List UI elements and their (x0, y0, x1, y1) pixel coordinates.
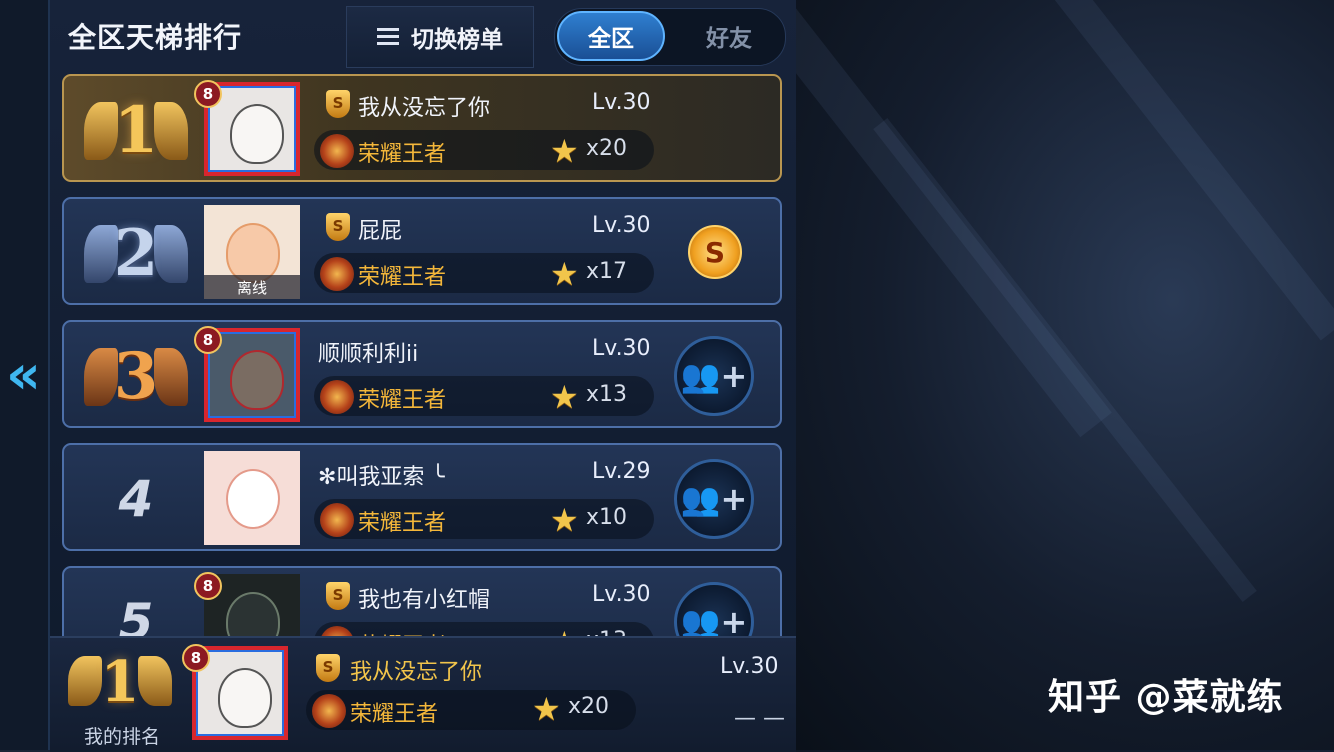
tier-name: 荣耀王者 (358, 628, 446, 636)
vip-icon: S (326, 90, 350, 118)
player-level: Lv.30 (592, 213, 651, 238)
tier-name: 荣耀王者 (358, 265, 447, 290)
tab-friends[interactable]: 好友 (675, 11, 783, 61)
watermark: 知乎 @菜就练 (1048, 677, 1284, 718)
rank-medal-icon: 5 (84, 576, 188, 636)
tier-name: 荣耀王者 (358, 388, 447, 413)
rank-number: 2 (113, 215, 159, 291)
rank-number: 4 (118, 470, 154, 528)
star-icon: ★ (550, 255, 579, 293)
tier-name: 荣耀王者 (350, 702, 439, 727)
player-name: ✻叫我亚索 ╰ (318, 465, 445, 490)
vip-icon: S (326, 582, 350, 610)
rank-medal-icon: 3 (84, 330, 188, 422)
tier-name: 荣耀王者 (358, 142, 447, 167)
rank-medal-icon: 1 (84, 84, 188, 176)
add-friend-icon: 👥+ (680, 480, 748, 518)
player-name: 我从没忘了你 (350, 660, 483, 685)
back-arrow-icon[interactable]: « (6, 340, 46, 410)
rank-number: 1 (100, 649, 140, 715)
star-icon: ★ (550, 626, 579, 636)
level-badge: 8 (194, 80, 222, 108)
tier-emblem-icon (320, 257, 354, 291)
rank-number: 5 (118, 593, 154, 636)
vip-icon: S (326, 213, 350, 241)
player-name: 我也有小红帽 (358, 588, 491, 613)
player-level: Lv.30 (592, 582, 651, 607)
switch-list-label: 切换榜单 (411, 27, 503, 53)
ranking-list[interactable]: 1 8 S 我从没忘了你 Lv.30 荣耀王者 ★ x20 2 离线 S 屁屁 … (50, 70, 796, 636)
player-level: Lv.30 (720, 654, 779, 679)
ranking-row[interactable]: 5 8 S 我也有小红帽 Lv.30 荣耀王者 ★ x13 👥+ (62, 566, 782, 636)
ranking-row[interactable]: 2 离线 S 屁屁 Lv.30 荣耀王者 ★ x17 S (62, 197, 782, 305)
my-rank-label: 我的排名 (84, 726, 161, 748)
rank-medal-icon: 4 (84, 453, 188, 545)
scope-tabs: 全区 好友 (554, 8, 786, 66)
rank-medal-icon: 2 (84, 207, 188, 299)
vip-icon: S (316, 654, 340, 682)
star-count: x17 (586, 259, 628, 284)
player-level: Lv.30 (592, 90, 651, 115)
add-friend-button[interactable]: 👥+ (674, 459, 754, 539)
tier-emblem-icon (312, 694, 346, 728)
ranking-row[interactable]: 4 ✻叫我亚索 ╰ Lv.29 荣耀王者 ★ x10 👥+ (62, 443, 782, 551)
tier-emblem-icon (320, 134, 354, 168)
add-friend-icon: 👥+ (680, 357, 748, 395)
star-count: x20 (568, 694, 610, 719)
star-count: x10 (586, 505, 628, 530)
level-badge: 8 (182, 644, 210, 672)
list-icon (377, 28, 399, 46)
rank-number: 3 (113, 338, 159, 414)
page-title: 全区天梯排行 (68, 21, 243, 54)
add-friend-button[interactable]: 👥+ (674, 336, 754, 416)
player-name: 顺顺利利ii (318, 342, 419, 367)
placeholder-dash: — — (734, 706, 785, 731)
avatar[interactable] (204, 451, 300, 545)
add-friend-button[interactable]: 👥+ (674, 582, 754, 636)
rank-medal-icon: 1 (68, 642, 172, 722)
header: 全区天梯排行 切换榜单 全区 好友 (50, 0, 796, 70)
level-badge: 8 (194, 572, 222, 600)
player-name: 我从没忘了你 (358, 96, 491, 121)
ranking-row[interactable]: 3 8 顺顺利利ii Lv.30 荣耀王者 ★ x13 👥+ (62, 320, 782, 428)
player-level: Lv.29 (592, 459, 651, 484)
gift-coin-button[interactable]: S (688, 225, 742, 279)
star-icon: ★ (550, 132, 579, 170)
tier-emblem-icon (320, 503, 354, 537)
left-rail: « (0, 0, 50, 750)
offline-status: 离线 (204, 275, 300, 299)
avatar[interactable]: 离线 (204, 205, 300, 299)
add-friend-icon: 👥+ (680, 603, 748, 636)
star-count: x13 (586, 628, 627, 636)
star-count: x13 (586, 382, 628, 407)
ranking-row[interactable]: 1 8 S 我从没忘了你 Lv.30 荣耀王者 ★ x20 (62, 74, 782, 182)
tier-emblem-icon (320, 380, 354, 414)
player-name: 屁屁 (358, 219, 403, 244)
tab-all-region[interactable]: 全区 (557, 11, 665, 61)
switch-list-button[interactable]: 切换榜单 (346, 6, 534, 68)
level-badge: 8 (194, 326, 222, 354)
tier-name: 荣耀王者 (358, 511, 447, 536)
my-rank-bar: 1 我的排名 8 S 我从没忘了你 Lv.30 荣耀王者 ★ x20 — — (50, 636, 796, 752)
background-art (796, 0, 1334, 750)
star-icon: ★ (550, 378, 579, 416)
rank-number: 1 (113, 92, 159, 168)
star-icon: ★ (550, 501, 579, 539)
player-level: Lv.30 (592, 336, 651, 361)
star-icon: ★ (532, 690, 561, 728)
star-count: x20 (586, 136, 628, 161)
